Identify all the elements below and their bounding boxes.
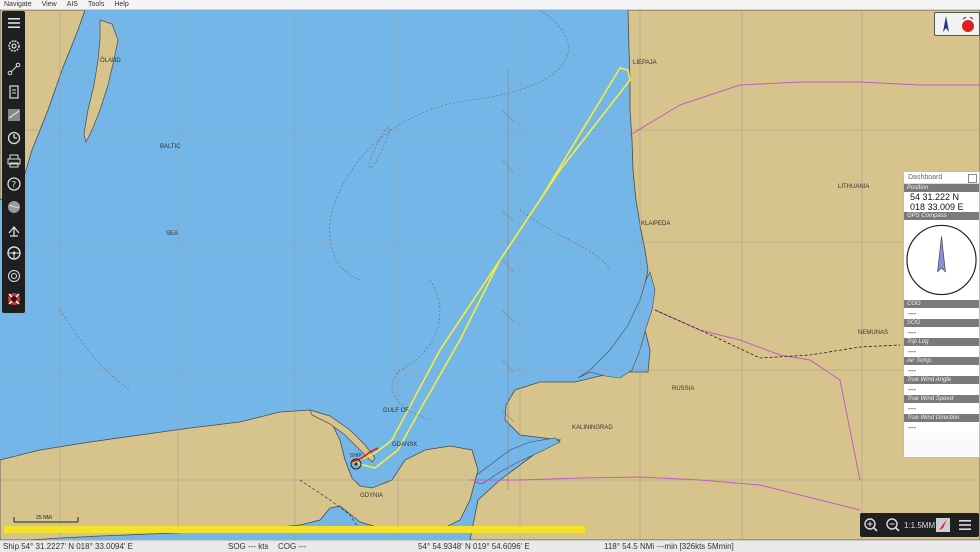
- ais-icon: [7, 269, 20, 282]
- sog-caption: SOG: [904, 319, 979, 327]
- help-icon: ?: [6, 176, 21, 191]
- position-caption: Position: [904, 184, 979, 192]
- main-menu-button[interactable]: [954, 514, 976, 536]
- print-button[interactable]: [2, 149, 25, 172]
- position-latitude: 54 31.222 N: [904, 192, 979, 202]
- route-button[interactable]: [2, 57, 25, 80]
- svg-text:?: ?: [11, 180, 16, 190]
- hamburger-icon: [959, 520, 971, 530]
- label-gdansk: GDANSK: [392, 442, 417, 448]
- print-icon: [7, 154, 20, 167]
- gps-compass-dial: [904, 220, 979, 300]
- chart-canvas[interactable]: ÖLAND BALTIC SEA LIEPAJA KLAIPEDA LITHUA…: [0, 10, 980, 540]
- label-gulf-of: GULF OF: [383, 408, 409, 414]
- label-russia: RUSSIA: [672, 386, 694, 392]
- true-wind-direction-caption: True Wind Direction: [904, 414, 979, 422]
- label-gdynia: GDYNIA: [360, 493, 383, 499]
- history-button[interactable]: [2, 126, 25, 149]
- compass-dial-icon: [906, 224, 977, 296]
- zoom-toolbar: 1:1.5MM: [860, 513, 979, 537]
- label-sea: SEA: [166, 231, 178, 237]
- chart-scale-label: 1:1.5MM: [904, 520, 936, 530]
- dashboard-title: Dashboard: [908, 174, 943, 181]
- label-lithuania: LITHUANIA: [838, 184, 869, 190]
- settings-button[interactable]: [2, 34, 25, 57]
- anchor-button[interactable]: [2, 218, 25, 241]
- dashboard-panel: Dashboard Position 54 31.222 N 018 33.00…: [903, 171, 980, 458]
- label-oland: ÖLAND: [100, 57, 121, 64]
- document-button[interactable]: [2, 80, 25, 103]
- status-sog: SOG --- kts: [228, 542, 269, 551]
- ais-button[interactable]: [2, 264, 25, 287]
- menu-ais[interactable]: AIS: [63, 0, 84, 9]
- help-button[interactable]: ?: [2, 172, 25, 195]
- true-wind-angle-caption: True Wind Angle: [904, 376, 979, 384]
- status-ship-position: Ship 54° 31.2227' N 018° 33.0094' E: [3, 542, 133, 551]
- menu-bar: Navigate View AIS Tools Help: [0, 0, 980, 10]
- menu-button[interactable]: [2, 11, 25, 34]
- zoom-out-icon: [886, 518, 900, 532]
- globe-button[interactable]: [2, 195, 25, 218]
- sog-value: ---: [904, 327, 979, 338]
- true-wind-speed-value: ---: [904, 403, 979, 414]
- label-liepaja: LIEPAJA: [633, 60, 657, 66]
- trip-log-value: ---: [904, 346, 979, 357]
- menu-navigate[interactable]: Navigate: [0, 0, 38, 9]
- steering-wheel-button[interactable]: [2, 241, 25, 264]
- left-toolbar: ?: [2, 11, 25, 313]
- chart-layer-button[interactable]: [2, 103, 25, 126]
- compass-rose-icon: [943, 16, 949, 32]
- label-ship: SHIP: [350, 453, 362, 459]
- status-cursor-position: 54° 54.9348' N 019° 54.6096' E: [418, 542, 530, 551]
- dashboard-title-bar: Dashboard: [904, 172, 979, 184]
- gps-compass-caption: GPS Compass: [904, 212, 979, 220]
- route-progress-bar: [4, 526, 585, 533]
- anchor-icon: [8, 225, 19, 237]
- air-temp-caption: Air Temp.: [904, 357, 979, 365]
- label-nemunas: NEMUNAS: [858, 330, 888, 336]
- scale-bar-label: 25 NMi: [36, 515, 52, 521]
- label-baltic: BALTIC: [160, 144, 181, 150]
- true-wind-speed-caption: True Wind Speed: [904, 395, 979, 403]
- zoom-in-icon: [864, 518, 878, 532]
- air-temp-value: ---: [904, 365, 979, 376]
- trip-log-caption: Trip Log: [904, 338, 979, 346]
- cog-value: ---: [904, 308, 979, 319]
- ship-mode-icon: [936, 518, 950, 532]
- menu-help[interactable]: Help: [110, 0, 134, 9]
- lifebuoy-button[interactable]: [2, 287, 25, 310]
- position-longitude: 018 33.009 E: [904, 202, 979, 212]
- zoom-out-button[interactable]: [882, 514, 904, 536]
- document-icon: [8, 84, 19, 99]
- dashboard-close-button[interactable]: [968, 174, 977, 183]
- north-up-toggle[interactable]: [934, 12, 980, 36]
- menu-tools[interactable]: Tools: [84, 0, 110, 9]
- menu-icon: [7, 17, 20, 28]
- history-icon: [7, 131, 20, 144]
- menu-view[interactable]: View: [38, 0, 63, 9]
- steering-wheel-icon: [6, 245, 21, 260]
- chart-mode-button[interactable]: [932, 514, 954, 536]
- true-wind-angle-value: ---: [904, 384, 979, 395]
- zoom-in-button[interactable]: [860, 514, 882, 536]
- chart-layer-icon: [7, 108, 20, 121]
- lifebuoy-icon: [7, 292, 20, 305]
- cog-caption: COG: [904, 300, 979, 308]
- gps-status-icon: [962, 16, 974, 32]
- settings-icon: [7, 39, 20, 52]
- true-wind-direction-value: ---: [904, 422, 979, 433]
- status-cog: COG ---: [278, 542, 307, 551]
- label-kaliningrad: KALININGRAD: [572, 425, 613, 431]
- globe-icon: [7, 200, 20, 213]
- label-klaipeda: KLAIPEDA: [641, 221, 670, 227]
- route-icon: [7, 62, 20, 75]
- status-bearing-distance: 118° 54.5 NMi ---min [326kts 5Mmin]: [604, 542, 734, 551]
- status-bar: Ship 54° 31.2227' N 018° 33.0094' E SOG …: [0, 540, 980, 552]
